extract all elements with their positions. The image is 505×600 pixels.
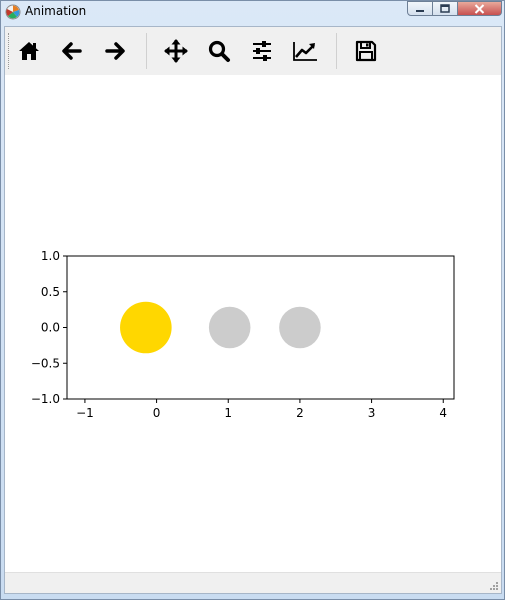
edit-axis-button[interactable] — [290, 36, 320, 66]
pan-button[interactable] — [161, 36, 191, 66]
status-bar — [5, 572, 501, 593]
y-tick-label: 0.0 — [41, 321, 60, 335]
scatter-point-2 — [208, 306, 251, 349]
close-icon — [474, 3, 485, 14]
configure-subplots-button[interactable] — [247, 36, 277, 66]
home-button[interactable] — [14, 36, 44, 66]
sliders-icon — [253, 41, 271, 61]
magnifier-icon — [208, 40, 230, 62]
plot-svg: 1.0 0.5 0.0 −0.5 −1.0 −1 0 1 2 3 4 — [31, 249, 455, 420]
home-icon — [19, 42, 39, 60]
back-button[interactable] — [57, 36, 87, 66]
window-controls — [407, 1, 502, 17]
x-tick-label: 2 — [296, 406, 304, 420]
zoom-button[interactable] — [204, 36, 234, 66]
y-tick-label: −1.0 — [31, 392, 60, 406]
window-title: Animation — [25, 4, 87, 18]
floppy-disk-icon — [355, 40, 377, 62]
x-tick-label: 1 — [224, 406, 232, 420]
title-bar[interactable]: Animation — [1, 1, 504, 23]
arrow-right-icon — [105, 42, 125, 60]
minimize-button[interactable] — [407, 1, 433, 16]
close-button[interactable] — [458, 1, 502, 16]
y-tick-label: −0.5 — [31, 356, 60, 370]
forward-button[interactable] — [100, 36, 130, 66]
app-window: Animation 1.0 0.5 0.0 −0.5 −1.0 −1 0 1 2… — [0, 0, 505, 600]
arrow-left-icon — [62, 42, 82, 60]
x-tick-label: −1 — [76, 406, 94, 420]
x-tick-label: 0 — [153, 406, 161, 420]
y-tick-label: 0.5 — [41, 285, 60, 299]
figure-window-client: 1.0 0.5 0.0 −0.5 −1.0 −1 0 1 2 3 4 — [4, 26, 502, 594]
line-chart-icon — [293, 42, 317, 61]
minimize-icon — [416, 9, 424, 12]
scatter-point-1 — [120, 301, 172, 354]
figure-canvas[interactable]: 1.0 0.5 0.0 −0.5 −1.0 −1 0 1 2 3 4 — [5, 75, 501, 573]
move-icon — [164, 39, 188, 63]
toolbar-separator — [336, 33, 337, 69]
navigation-toolbar — [5, 27, 501, 76]
maximize-icon — [440, 4, 450, 13]
toolbar-grip[interactable] — [8, 33, 11, 69]
y-tick-label: 1.0 — [41, 249, 60, 263]
resize-grip-icon[interactable] — [489, 581, 499, 591]
toolbar-separator — [146, 33, 147, 69]
maximize-button[interactable] — [433, 1, 458, 16]
scatter-point-3 — [279, 306, 321, 349]
x-tick-label: 4 — [439, 406, 447, 420]
matplotlib-icon — [5, 4, 21, 20]
x-tick-label: 3 — [368, 406, 376, 420]
save-button[interactable] — [351, 36, 381, 66]
